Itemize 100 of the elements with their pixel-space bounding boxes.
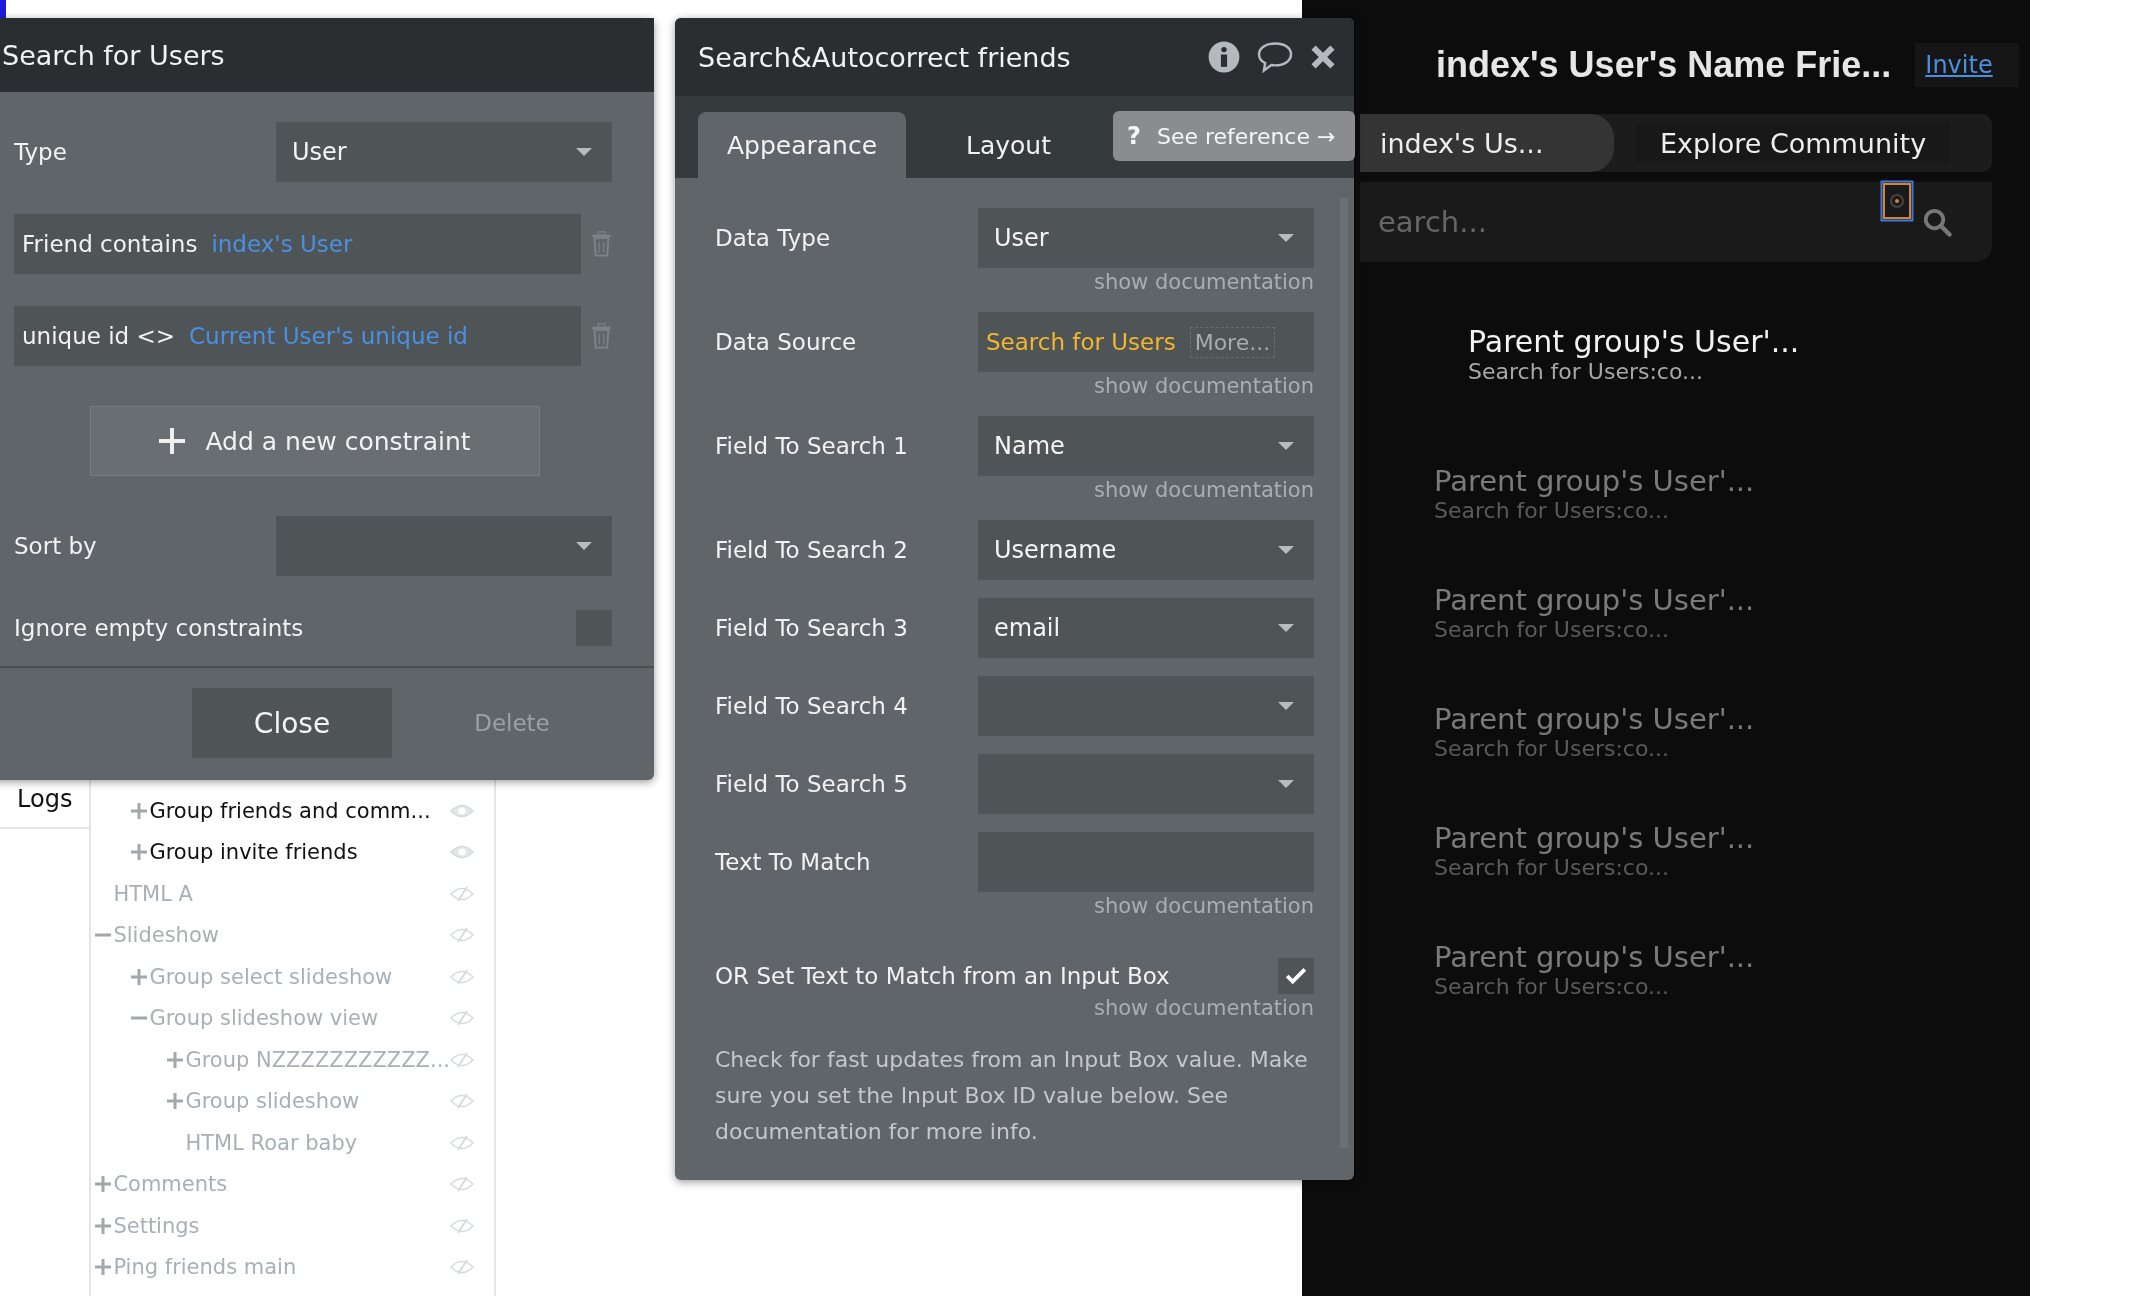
property-label: Data Type xyxy=(715,225,831,251)
field-label: Type xyxy=(14,139,67,165)
constraint-field[interactable]: unique id <> Current User's unique id xyxy=(14,306,582,366)
property-label: Text To Match xyxy=(715,849,871,875)
property-label: Field To Search 2 xyxy=(715,537,908,563)
element-tree-item[interactable]: Group invite friends xyxy=(149,840,450,865)
search-icon[interactable] xyxy=(1922,207,1952,237)
hidden-eye-icon[interactable] xyxy=(450,1134,474,1151)
expand-icon[interactable] xyxy=(95,1259,112,1276)
invite-link[interactable]: Invite xyxy=(1915,43,2019,87)
search-field[interactable]: earch... xyxy=(1360,182,1992,262)
element-tree-item[interactable]: Group NZZZZZZZZZZZ... xyxy=(185,1047,450,1072)
editor-tab[interactable]: Appearance xyxy=(698,112,906,178)
expand-icon[interactable] xyxy=(131,844,148,861)
hidden-eye-icon[interactable] xyxy=(450,1010,474,1027)
result-subtitle: Search for Users:co... xyxy=(1434,855,1670,880)
field-label: Sort by xyxy=(14,533,97,559)
result-title: Parent group's User'... xyxy=(1434,583,1756,617)
hidden-eye-icon[interactable] xyxy=(450,1093,474,1110)
expand-icon[interactable] xyxy=(167,1093,184,1110)
editor-title: Search&Autocorrect friends xyxy=(698,41,1071,73)
property-dropdown[interactable]: Name xyxy=(978,416,1314,476)
result-title: Parent group's User'... xyxy=(1468,324,1801,359)
help-text: Check for fast updates from an Input Box value. Make sure you set the Input Box ID value below. See documentation for more info. xyxy=(715,1046,1309,1146)
community-tab[interactable]: Explore Community xyxy=(1636,123,1951,163)
page-title: index's User's Name Frie... xyxy=(1436,44,1892,86)
hidden-eye-icon[interactable] xyxy=(450,1051,474,1068)
element-tree-item[interactable]: HTML A xyxy=(113,881,450,906)
element-tree-item[interactable]: Group select slideshow xyxy=(149,964,450,989)
close-icon[interactable] xyxy=(1310,44,1336,70)
eye-icon[interactable] xyxy=(450,802,474,819)
hidden-eye-icon[interactable] xyxy=(450,885,474,902)
hidden-eye-icon[interactable] xyxy=(450,1217,474,1234)
documentation-link[interactable]: show documentation xyxy=(1094,478,1314,502)
documentation-link[interactable]: show documentation xyxy=(1094,270,1314,294)
eye-icon[interactable] xyxy=(450,844,474,861)
property-dropdown[interactable] xyxy=(978,676,1314,736)
checkbox[interactable] xyxy=(1278,958,1314,994)
type-dropdown[interactable]: User xyxy=(276,122,612,182)
result-subtitle: Search for Users:co... xyxy=(1434,617,1670,642)
documentation-link[interactable]: show documentation xyxy=(1094,894,1314,918)
result-subtitle: Search for Users:co... xyxy=(1434,498,1670,523)
result-subtitle: Search for Users:co... xyxy=(1434,736,1670,761)
expand-icon[interactable] xyxy=(131,802,148,819)
hidden-eye-icon[interactable] xyxy=(450,1176,474,1193)
element-tree-item[interactable]: Slideshow xyxy=(113,923,450,948)
expand-icon[interactable] xyxy=(95,1217,112,1234)
expand-icon[interactable] xyxy=(131,968,148,985)
property-label: Field To Search 4 xyxy=(715,693,908,719)
property-label: OR Set Text to Match from an Input Box xyxy=(715,963,1170,989)
caret-icon xyxy=(1278,702,1294,710)
property-dropdown[interactable]: Username xyxy=(978,520,1314,580)
editor-tab[interactable]: Layout xyxy=(936,112,1081,178)
expand-icon[interactable] xyxy=(167,1051,184,1068)
documentation-link[interactable]: show documentation xyxy=(1094,374,1314,398)
element-tree-item[interactable]: Settings xyxy=(113,1213,450,1238)
caret-icon xyxy=(1278,624,1294,632)
result-title: Parent group's User'... xyxy=(1434,821,1756,855)
caret-icon xyxy=(576,542,592,550)
caret-icon xyxy=(576,148,592,156)
see-reference-button[interactable]: ? See reference → xyxy=(1113,111,1355,161)
property-dropdown[interactable]: User xyxy=(978,208,1314,268)
element-tree-item[interactable]: Comments xyxy=(113,1172,450,1197)
result-title: Parent group's User'... xyxy=(1434,940,1756,974)
result-subtitle: Search for Users:co... xyxy=(1468,359,1704,384)
trash-icon[interactable] xyxy=(591,323,612,349)
trash-icon[interactable] xyxy=(591,231,612,257)
result-subtitle: Search for Users:co... xyxy=(1434,974,1670,999)
expression-field[interactable]: Search for Users More... xyxy=(978,312,1314,372)
checkmark-icon xyxy=(1285,967,1307,985)
constraint-field[interactable]: Friend contains index's User xyxy=(14,214,582,274)
element-tree-item[interactable]: HTML Roar baby xyxy=(185,1130,450,1155)
sort-dropdown[interactable] xyxy=(276,516,612,576)
comment-icon[interactable] xyxy=(1256,41,1294,73)
property-dropdown[interactable]: email xyxy=(978,598,1314,658)
plus-icon xyxy=(159,428,186,454)
checkbox-label: Ignore empty constraints xyxy=(14,615,304,641)
community-tab[interactable]: index's Us... xyxy=(1360,114,1614,172)
info-icon[interactable] xyxy=(1208,41,1240,73)
property-label: Field To Search 3 xyxy=(715,615,908,641)
hidden-eye-icon[interactable] xyxy=(450,927,474,944)
element-tree-item[interactable]: Group slideshow view xyxy=(149,1006,450,1031)
caret-icon xyxy=(1278,546,1294,554)
result-title: Parent group's User'... xyxy=(1434,702,1756,736)
element-tree-item[interactable]: Ping friends main xyxy=(113,1255,450,1280)
caret-icon xyxy=(1278,234,1294,242)
logs-tab[interactable]: Logs xyxy=(0,785,90,829)
close-button[interactable]: Close xyxy=(192,688,392,758)
element-tree-item[interactable]: Group friends and comm... xyxy=(149,798,450,823)
result-title: Parent group's User'... xyxy=(1434,464,1756,498)
hidden-eye-icon[interactable] xyxy=(450,1259,474,1276)
caret-icon xyxy=(1278,442,1294,450)
documentation-link[interactable]: show documentation xyxy=(1094,996,1314,1020)
property-label: Field To Search 1 xyxy=(715,433,908,459)
property-dropdown[interactable] xyxy=(978,754,1314,814)
add-constraint-button[interactable]: Add a new constraint xyxy=(90,406,540,476)
caret-icon xyxy=(1278,780,1294,788)
hidden-eye-icon[interactable] xyxy=(450,968,474,985)
expand-icon[interactable] xyxy=(95,1176,112,1193)
element-tree-item[interactable]: Group slideshow xyxy=(185,1089,450,1114)
